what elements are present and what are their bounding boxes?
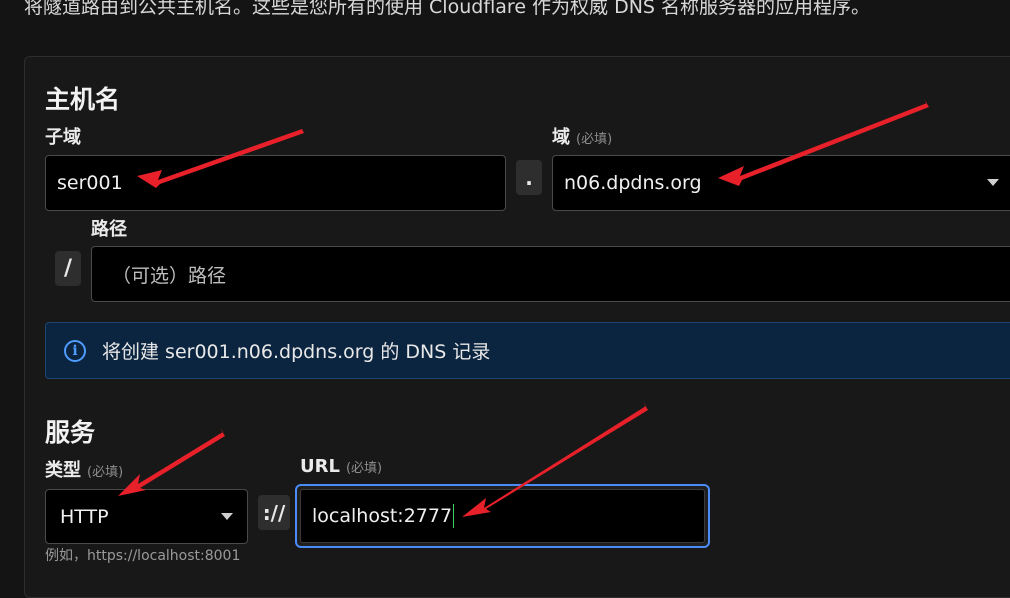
type-label: 类型 (必填) <box>45 460 124 481</box>
hostname-section-title: 主机名 <box>45 85 121 114</box>
info-icon: i <box>64 339 86 362</box>
domain-select[interactable]: n06.dpdns.org <box>552 155 1010 211</box>
dot-separator: . <box>516 160 542 195</box>
scheme-separator: :// <box>258 495 290 530</box>
service-section-title: 服务 <box>45 418 96 447</box>
url-input-field[interactable]: localhost:2777 <box>300 489 705 543</box>
chevron-down-icon <box>221 513 233 520</box>
chevron-down-icon <box>987 179 999 186</box>
subdomain-label: 子域 <box>45 127 81 148</box>
service-type-select[interactable]: HTTP <box>45 489 248 544</box>
subdomain-input[interactable]: ser001 <box>45 155 506 211</box>
url-label: URL (必填) <box>300 456 383 477</box>
intro-text: 将隧道路由到公共主机名。这些是您所有的使用 Cloudflare 作为权威 DN… <box>24 0 871 18</box>
service-type-hint: 例如，https://localhost:8001 <box>45 548 241 564</box>
path-label: 路径 <box>91 219 127 240</box>
info-banner-text: 将创建 ser001.n06.dpdns.org 的 DNS 记录 <box>102 341 491 363</box>
url-input[interactable]: localhost:2777 <box>295 484 710 548</box>
text-cursor <box>453 504 455 528</box>
domain-label: 域 (必填) <box>552 127 613 148</box>
dns-record-info-banner: i 将创建 ser001.n06.dpdns.org 的 DNS 记录 <box>45 322 1010 379</box>
path-input[interactable]: （可选）路径 <box>91 246 1010 302</box>
path-slash-separator: / <box>55 251 81 286</box>
